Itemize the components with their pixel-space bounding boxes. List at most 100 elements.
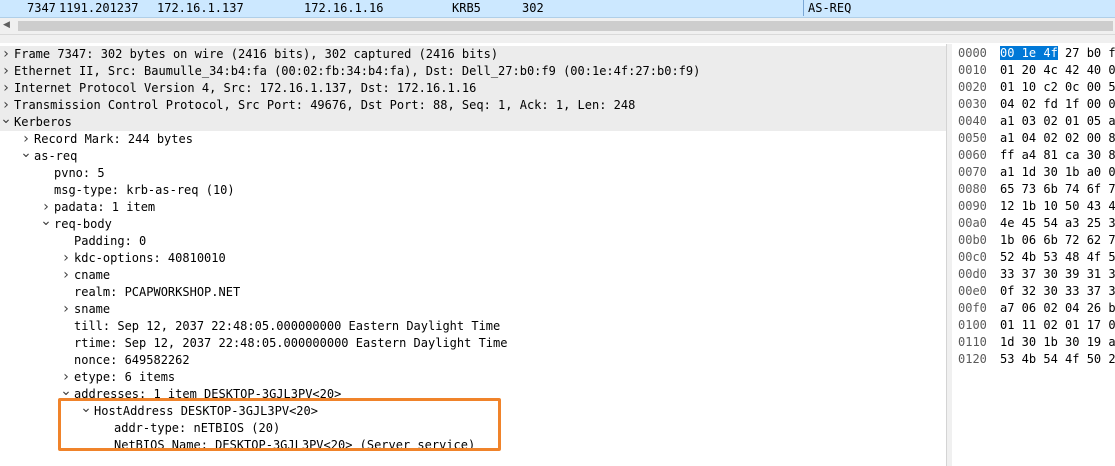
packet-info-cell[interactable]: AS-REQ bbox=[803, 0, 1115, 16]
tree-row[interactable]: › Ethernet II, Src: Baumulle_34:b4:fa (00… bbox=[0, 63, 946, 80]
packet-list-selected-row[interactable]: 7347 1191.201237 172.16.1.137 172.16.1.1… bbox=[0, 0, 1115, 18]
hex-values: 01 10 c2 0c 00 58 bbox=[1000, 80, 1115, 94]
chevron-right-icon[interactable]: › bbox=[60, 301, 72, 318]
tree-row-label: Padding: 0 bbox=[74, 234, 147, 248]
hex-bytes: a7 06 02 04 26 b bbox=[1000, 300, 1115, 317]
hex-bytes: 65 73 6b 74 6f 70 bbox=[1000, 181, 1115, 198]
hex-bytes: 01 11 02 01 17 02 bbox=[1000, 317, 1115, 334]
hex-values: a1 04 02 02 00 80 bbox=[1000, 131, 1115, 145]
chevron-right-icon[interactable]: › bbox=[60, 250, 72, 267]
hex-row[interactable]: 00f0 a7 06 02 04 26 b bbox=[952, 300, 1115, 317]
hex-offset: 0090 bbox=[958, 199, 987, 213]
chevron-down-icon[interactable]: ⌄ bbox=[0, 112, 12, 131]
hex-row[interactable]: 0020 01 10 c2 0c 00 58 bbox=[952, 79, 1115, 96]
tree-row[interactable]: ⌄ as-req bbox=[0, 146, 946, 165]
tree-row[interactable]: realm: PCAPWORKSHOP.NET bbox=[0, 284, 946, 301]
hex-offset: 0110 bbox=[958, 335, 987, 349]
chevron-down-icon[interactable]: ⌄ bbox=[40, 214, 52, 233]
tree-row-label: pvno: 5 bbox=[54, 166, 105, 180]
hex-bytes: 00 1e 4f 27 b0 f9 bbox=[1000, 45, 1115, 62]
hex-values: 1b 06 6b 72 62 74 bbox=[1000, 233, 1115, 247]
tree-row[interactable]: ⌄ Kerberos bbox=[0, 112, 946, 131]
scrollbar-thumb[interactable] bbox=[18, 21, 1113, 31]
tree-row-label: Record Mark: 244 bytes bbox=[34, 132, 193, 146]
tree-row-label: Internet Protocol Version 4, Src: 172.16… bbox=[14, 81, 477, 95]
hex-offset: 00b0 bbox=[958, 233, 987, 247]
hex-values: 1d 30 1b 30 19 a0 bbox=[1000, 335, 1115, 349]
tree-row[interactable]: rtime: Sep 12, 2037 22:48:05.000000000 E… bbox=[0, 335, 946, 352]
hex-selected-bytes[interactable]: 00 1e 4f bbox=[1000, 46, 1058, 60]
tree-row[interactable]: › Internet Protocol Version 4, Src: 172.1… bbox=[0, 80, 946, 97]
hex-row[interactable]: 0010 01 20 4c 42 40 00 bbox=[952, 62, 1115, 79]
tree-row[interactable]: Padding: 0 bbox=[0, 233, 946, 250]
hex-row[interactable]: 0070 a1 1d 30 1b a0 03 bbox=[952, 164, 1115, 181]
tree-row[interactable]: ⌄ req-body bbox=[0, 214, 946, 233]
hex-bytes: 0f 32 30 33 37 30 bbox=[1000, 283, 1115, 300]
tree-row[interactable]: › cname bbox=[0, 267, 946, 284]
hex-row[interactable]: 0050 a1 04 02 02 00 80 bbox=[952, 130, 1115, 147]
hex-row[interactable]: 00c0 52 4b 53 48 4f 50 bbox=[952, 249, 1115, 266]
tree-row[interactable]: › sname bbox=[0, 301, 946, 318]
hex-values: 65 73 6b 74 6f 70 bbox=[1000, 182, 1115, 196]
hex-bytes: ff a4 81 ca 30 81 bbox=[1000, 147, 1115, 164]
hex-row[interactable]: 0060 ff a4 81 ca 30 81 bbox=[952, 147, 1115, 164]
tree-row[interactable]: › padata: 1 item bbox=[0, 199, 946, 216]
tree-row-label: padata: 1 item bbox=[54, 200, 156, 214]
hex-row[interactable]: 0120 53 4b 54 4f 50 2d bbox=[952, 351, 1115, 368]
hex-offset: 0000 bbox=[958, 46, 987, 60]
hex-values: 52 4b 53 48 4f 50 bbox=[1000, 250, 1115, 264]
hex-offset: 00e0 bbox=[958, 284, 987, 298]
tree-row-label: realm: PCAPWORKSHOP.NET bbox=[74, 285, 241, 299]
hex-values: 53 4b 54 4f 50 2d bbox=[1000, 352, 1115, 366]
hex-values: 01 11 02 01 17 02 bbox=[1000, 318, 1115, 332]
tree-row[interactable]: › Transmission Control Protocol, Src Port… bbox=[0, 97, 946, 114]
hex-values: 12 1b 10 50 43 41 bbox=[1000, 199, 1115, 213]
pane-divider[interactable] bbox=[0, 35, 1115, 43]
scroll-left-icon[interactable]: ◀ bbox=[3, 20, 10, 30]
hex-offset: 00c0 bbox=[958, 250, 987, 264]
hex-bytes: a1 04 02 02 00 80 bbox=[1000, 130, 1115, 147]
packet-info: AS-REQ bbox=[808, 1, 852, 15]
tree-row[interactable]: nonce: 649582262 bbox=[0, 352, 946, 369]
tree-row[interactable]: › etype: 6 items bbox=[0, 369, 946, 386]
hex-bytes: 04 02 fd 1f 00 00 bbox=[1000, 96, 1115, 113]
tree-row-label: cname bbox=[74, 268, 111, 282]
tree-row-label: Ethernet II, Src: Baumulle_34:b4:fa (00:… bbox=[14, 64, 701, 78]
tree-row[interactable]: till: Sep 12, 2037 22:48:05.000000000 Ea… bbox=[0, 318, 946, 335]
hex-row[interactable]: 00e0 0f 32 30 33 37 30 bbox=[952, 283, 1115, 300]
chevron-down-icon[interactable]: ⌄ bbox=[20, 146, 32, 165]
tree-row[interactable]: › Record Mark: 244 bytes bbox=[0, 131, 946, 148]
hex-row[interactable]: 00a0 4e 45 54 a3 25 30 bbox=[952, 215, 1115, 232]
hex-offset: 0080 bbox=[958, 182, 987, 196]
chevron-right-icon[interactable]: › bbox=[0, 63, 12, 80]
hex-row[interactable]: 0110 1d 30 1b 30 19 a0 bbox=[952, 334, 1115, 351]
packet-list-horizontal-scrollbar[interactable]: ◀ bbox=[0, 18, 1115, 35]
hex-offset: 0040 bbox=[958, 114, 987, 128]
tree-row[interactable]: › kdc-options: 40810010 bbox=[0, 250, 946, 267]
chevron-right-icon[interactable]: › bbox=[0, 46, 12, 63]
hex-row[interactable]: 0000 00 1e 4f 27 b0 f9 bbox=[952, 45, 1115, 62]
tree-row-label: kdc-options: 40810010 bbox=[74, 251, 226, 265]
annotation-highlight-box bbox=[58, 398, 501, 451]
chevron-right-icon[interactable]: › bbox=[60, 267, 72, 284]
hex-row[interactable]: 0040 a1 03 02 01 05 a2 bbox=[952, 113, 1115, 130]
chevron-right-icon[interactable]: › bbox=[0, 80, 12, 97]
hex-values: 01 20 4c 42 40 00 bbox=[1000, 63, 1115, 77]
hex-row[interactable]: 0090 12 1b 10 50 43 41 bbox=[952, 198, 1115, 215]
tree-row[interactable]: msg-type: krb-as-req (10) bbox=[0, 182, 946, 199]
hex-row[interactable]: 00d0 33 37 30 39 31 32 bbox=[952, 266, 1115, 283]
tree-row-label: sname bbox=[74, 302, 111, 316]
hex-row[interactable]: 0100 01 11 02 01 17 02 bbox=[952, 317, 1115, 334]
packet-length: 302 bbox=[522, 1, 544, 15]
tree-row[interactable]: › Frame 7347: 302 bytes on wire (2416 bit… bbox=[0, 46, 946, 63]
hex-values: 33 37 30 39 31 32 bbox=[1000, 267, 1115, 281]
hex-row[interactable]: 0030 04 02 fd 1f 00 00 bbox=[952, 96, 1115, 113]
packet-bytes-pane[interactable]: 0000 00 1e 4f 27 b0 f9 0010 01 20 4c 42 40 … bbox=[952, 44, 1115, 466]
packet-number: 7347 bbox=[27, 1, 56, 15]
hex-row[interactable]: 00b0 1b 06 6b 72 62 74 bbox=[952, 232, 1115, 249]
hex-bytes: 01 20 4c 42 40 00 bbox=[1000, 62, 1115, 79]
hex-offset: 0030 bbox=[958, 97, 987, 111]
tree-row[interactable]: pvno: 5 bbox=[0, 165, 946, 182]
hex-offset: 0120 bbox=[958, 352, 987, 366]
hex-row[interactable]: 0080 65 73 6b 74 6f 70 bbox=[952, 181, 1115, 198]
